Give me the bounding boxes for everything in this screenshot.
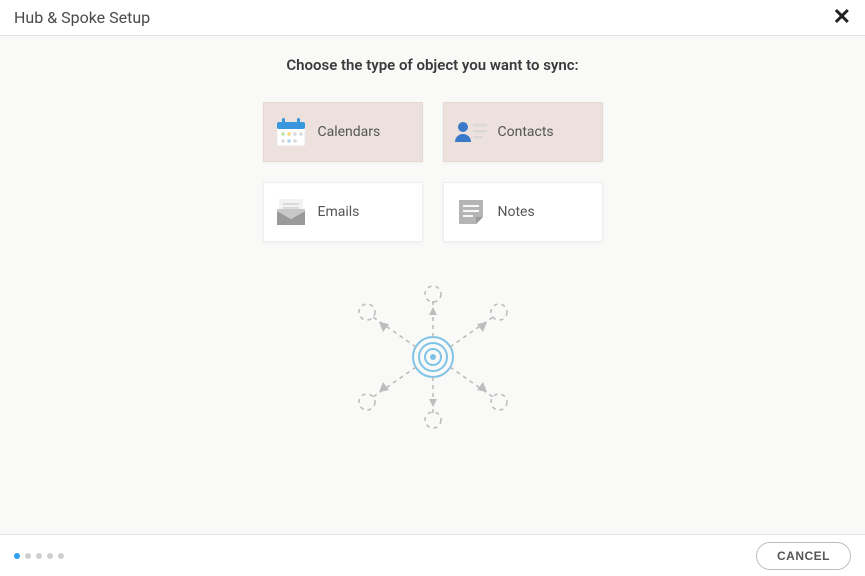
option-contacts[interactable]: Contacts — [443, 102, 603, 162]
dialog-content: Choose the type of object you want to sy… — [0, 36, 865, 432]
close-icon: ✕ — [833, 5, 851, 30]
dialog-footer: CANCEL — [0, 534, 865, 576]
option-label: Contacts — [498, 124, 554, 140]
option-label: Calendars — [318, 124, 381, 140]
email-icon — [264, 197, 318, 227]
dialog-title: Hub & Spoke Setup — [14, 8, 150, 27]
step-dot — [25, 553, 31, 559]
step-dot — [14, 553, 20, 559]
contact-icon — [444, 118, 498, 146]
step-dot — [58, 553, 64, 559]
step-dot — [47, 553, 53, 559]
option-label: Emails — [318, 204, 360, 220]
step-progress-dots — [14, 553, 64, 559]
option-emails[interactable]: Emails — [263, 182, 423, 242]
option-calendars[interactable]: Calendars — [263, 102, 423, 162]
cancel-button[interactable]: CANCEL — [756, 542, 851, 570]
step-dot — [36, 553, 42, 559]
object-type-grid: Calendars Contacts — [0, 102, 865, 242]
option-label: Notes — [498, 204, 535, 220]
calendar-icon — [264, 114, 318, 150]
option-notes[interactable]: Notes — [443, 182, 603, 242]
hub-spoke-diagram — [343, 282, 523, 432]
note-icon — [444, 197, 498, 227]
instruction-text: Choose the type of object you want to sy… — [0, 56, 865, 74]
close-button[interactable]: ✕ — [833, 7, 851, 29]
dialog-header: Hub & Spoke Setup ✕ — [0, 0, 865, 36]
